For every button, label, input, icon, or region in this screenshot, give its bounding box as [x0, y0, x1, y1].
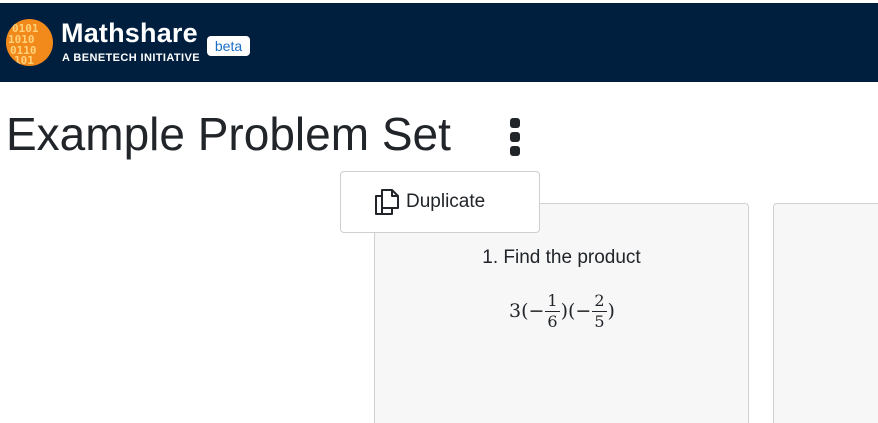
copy-icon	[375, 189, 399, 215]
beta-badge: beta	[207, 36, 250, 56]
brand-tagline: A BENETECH INITIATIVE	[62, 52, 200, 64]
page-title: Example Problem Set	[6, 108, 451, 160]
kebab-vertical-icon	[510, 118, 520, 128]
fraction-denominator: 6	[547, 311, 558, 331]
expression-mid: )(−	[560, 300, 592, 322]
problem-card[interactable]: 1. Find the product 3(− 1 6 )(− 2 5 )	[374, 203, 749, 423]
problem-text: 1. Find the product	[482, 247, 641, 268]
math-expression: 3(− 1 6 )(− 2 5 )	[509, 288, 615, 334]
svg-text:101: 101	[14, 54, 34, 66]
fraction: 2 5	[592, 290, 607, 331]
expression-lead: 3(−	[509, 300, 545, 322]
fraction: 1 6	[545, 290, 560, 331]
fraction-numerator: 2	[592, 290, 607, 312]
problem-set-menu-button[interactable]	[500, 118, 530, 156]
kebab-dot	[510, 132, 520, 142]
problem-card[interactable]	[773, 203, 878, 423]
problem-set-dropdown-menu: Duplicate	[340, 171, 540, 233]
brand-name[interactable]: Mathshare	[61, 16, 198, 50]
kebab-dot	[510, 146, 520, 156]
top-navbar: 0101 1010 0110 101 Mathshare A BENETECH …	[0, 3, 878, 82]
expression-tail: )	[607, 300, 615, 322]
duplicate-label: Duplicate	[406, 191, 486, 212]
fraction-denominator: 5	[594, 311, 605, 331]
fraction-numerator: 1	[545, 290, 560, 312]
duplicate-menu-item[interactable]: Duplicate	[342, 173, 538, 231]
binary-digits-logo-icon[interactable]: 0101 1010 0110 101	[6, 19, 53, 66]
